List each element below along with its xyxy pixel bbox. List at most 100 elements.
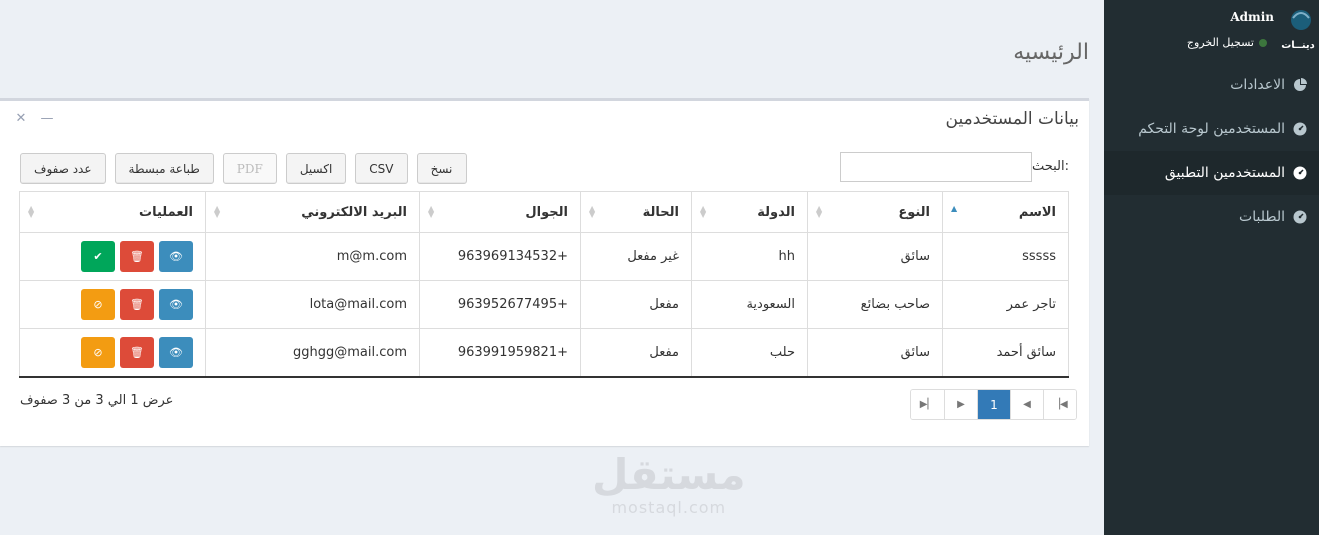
view-button[interactable]: 👁 bbox=[159, 289, 193, 320]
box-title: بيانات المستخدمين bbox=[945, 109, 1079, 129]
app-logo: دينــات bbox=[1281, 10, 1315, 51]
col-name[interactable]: الاسم ▲ bbox=[942, 191, 1069, 233]
cell-status: مفعل bbox=[580, 328, 692, 378]
col-type[interactable]: النوع ▲ ▼ bbox=[807, 191, 943, 233]
cell-type: سائق bbox=[807, 328, 943, 378]
sort-icon: ▲ ▼ bbox=[700, 204, 707, 219]
col-country-label: الدولة bbox=[757, 204, 795, 220]
page-title: الرئيسيه bbox=[1013, 40, 1089, 65]
cell-mobile: 963969134532+ bbox=[419, 232, 581, 281]
delete-button[interactable]: 🗑 bbox=[120, 241, 154, 272]
logout-label: تسجيل الخروج bbox=[1186, 36, 1254, 49]
print-button[interactable]: طباعة مبسطة bbox=[114, 153, 214, 184]
table-header-row: الاسم ▲ النوع ▲ ▼ الدولة ▲ ▼ الحالة ▲ ▼ الجوال ▲… bbox=[19, 191, 1069, 233]
trash-icon: 🗑 bbox=[130, 298, 144, 311]
col-country[interactable]: الدولة ▲ ▼ bbox=[691, 191, 808, 233]
sidebar-item-label: الطلبات bbox=[1239, 209, 1285, 225]
sort-icon: ▲ ▼ bbox=[28, 204, 35, 219]
cell-actions: ⊘ 🗑 👁 bbox=[19, 280, 206, 329]
table-info: عرض 1 الي 3 من 3 صفوف bbox=[20, 393, 174, 408]
logo-text: دينــات bbox=[1281, 40, 1315, 51]
cell-country: hh bbox=[691, 232, 808, 281]
sidebar-item-settings[interactable]: الاعدادات bbox=[1104, 63, 1319, 107]
pie-chart-icon bbox=[1294, 78, 1307, 91]
watermark-latin: mostaql.com bbox=[611, 498, 727, 517]
search-input[interactable] bbox=[840, 152, 1032, 182]
next-page-icon: ▶ bbox=[957, 399, 965, 410]
table-row: تاجر عمر صاحب بضائع السعودية مفعل 963952… bbox=[19, 280, 1069, 329]
collapse-icon[interactable]: — bbox=[40, 111, 54, 126]
close-icon[interactable]: ✕ bbox=[14, 111, 28, 126]
cell-status: غير مفعل bbox=[580, 232, 692, 281]
first-page-button[interactable]: ▕◀ bbox=[1043, 390, 1076, 419]
dashboard-icon bbox=[1293, 166, 1307, 180]
cell-email: m@m.com bbox=[205, 232, 420, 281]
first-page-icon: ▕◀ bbox=[1052, 399, 1068, 410]
cell-mobile: 963952677495+ bbox=[419, 280, 581, 329]
search-label: البحث: bbox=[1031, 159, 1069, 174]
cell-email: lota@mail.com bbox=[205, 280, 420, 329]
rows-count-button[interactable]: عدد صفوف bbox=[20, 153, 106, 184]
next-page-button[interactable]: ▶ bbox=[944, 390, 977, 419]
dashboard-icon bbox=[1293, 210, 1307, 224]
col-mobile-label: الجوال bbox=[525, 204, 568, 220]
user-name: Admin bbox=[1230, 10, 1274, 24]
col-actions-label: العمليات bbox=[139, 204, 193, 220]
table-row: sssss سائق hh غير مفعل 963969134532+ m@m… bbox=[19, 232, 1069, 281]
sort-icon: ▲ ▼ bbox=[816, 204, 823, 219]
trash-icon: 🗑 bbox=[130, 345, 144, 359]
sidebar-item-dashboard-users[interactable]: المستخدمين لوحة التحكم bbox=[1104, 107, 1319, 151]
cell-name: sssss bbox=[942, 232, 1069, 281]
col-status[interactable]: الحالة ▲ ▼ bbox=[580, 191, 692, 233]
sort-asc-icon: ▲ bbox=[951, 204, 958, 213]
page-1-button[interactable]: 1 bbox=[977, 390, 1010, 419]
sort-icon: ▲ ▼ bbox=[214, 204, 221, 219]
pdf-button[interactable]: PDF bbox=[222, 153, 277, 184]
users-box: بيانات المستخدمين ✕ — البحث: عدد صفوف طب… bbox=[0, 98, 1089, 446]
sidebar: دينــات Admin تسجيل الخروج الاعدادات الم… bbox=[1104, 0, 1319, 535]
trash-icon: 🗑 bbox=[130, 250, 144, 263]
cell-country: السعودية bbox=[691, 280, 808, 329]
sidebar-item-label: المستخدمين التطبيق bbox=[1164, 165, 1285, 181]
cell-actions: ⊘ 🗑 👁 bbox=[19, 328, 206, 378]
col-actions[interactable]: العمليات ▲ ▼ bbox=[19, 191, 206, 233]
excel-button[interactable]: اكسيل bbox=[285, 153, 347, 184]
activate-button[interactable]: ✔ bbox=[81, 241, 115, 272]
prev-page-button[interactable]: ◀ bbox=[1010, 390, 1043, 419]
cell-type: صاحب بضائع bbox=[807, 280, 943, 329]
cell-name: تاجر عمر bbox=[942, 280, 1069, 329]
check-icon: ✔ bbox=[93, 250, 103, 263]
last-page-button[interactable]: ▶▏ bbox=[911, 390, 944, 419]
view-button[interactable]: 👁 bbox=[159, 336, 193, 368]
copy-button[interactable]: نسخ bbox=[416, 153, 467, 184]
sidebar-item-orders[interactable]: الطلبات bbox=[1104, 195, 1319, 239]
sort-icon: ▲ ▼ bbox=[428, 204, 435, 219]
delete-button[interactable]: 🗑 bbox=[120, 336, 154, 368]
watermark: مستقل mostaql.com bbox=[592, 450, 746, 518]
user-panel: دينــات Admin تسجيل الخروج bbox=[1104, 0, 1319, 62]
sort-icon: ▲ ▼ bbox=[589, 204, 596, 219]
col-type-label: النوع bbox=[898, 204, 930, 220]
watermark-arabic: مستقل bbox=[592, 450, 746, 499]
col-email[interactable]: البريد الالكتروني ▲ ▼ bbox=[205, 191, 420, 233]
csv-button[interactable]: CSV bbox=[355, 153, 408, 184]
sidebar-item-app-users[interactable]: المستخدمين التطبيق bbox=[1104, 151, 1319, 195]
eye-icon: 👁 bbox=[169, 345, 183, 359]
view-button[interactable]: 👁 bbox=[159, 241, 193, 272]
col-mobile[interactable]: الجوال ▲ ▼ bbox=[419, 191, 581, 233]
col-email-label: البريد الالكتروني bbox=[301, 204, 407, 220]
ban-icon: ⊘ bbox=[93, 298, 103, 311]
eye-icon: 👁 bbox=[169, 250, 183, 263]
dashboard-icon bbox=[1293, 122, 1307, 136]
logout-link[interactable]: تسجيل الخروج bbox=[1187, 36, 1267, 49]
online-status-icon bbox=[1259, 38, 1267, 47]
users-table: الاسم ▲ النوع ▲ ▼ الدولة ▲ ▼ الحالة ▲ ▼ الجوال ▲… bbox=[19, 191, 1069, 378]
sidebar-item-label: الاعدادات bbox=[1230, 77, 1285, 93]
deactivate-button[interactable]: ⊘ bbox=[81, 289, 115, 320]
ban-icon: ⊘ bbox=[93, 345, 103, 359]
eye-icon: 👁 bbox=[169, 298, 183, 311]
cell-actions: ✔ 🗑 👁 bbox=[19, 232, 206, 281]
deactivate-button[interactable]: ⊘ bbox=[81, 336, 115, 368]
cell-mobile: 963991959821+ bbox=[419, 328, 581, 378]
delete-button[interactable]: 🗑 bbox=[120, 289, 154, 320]
